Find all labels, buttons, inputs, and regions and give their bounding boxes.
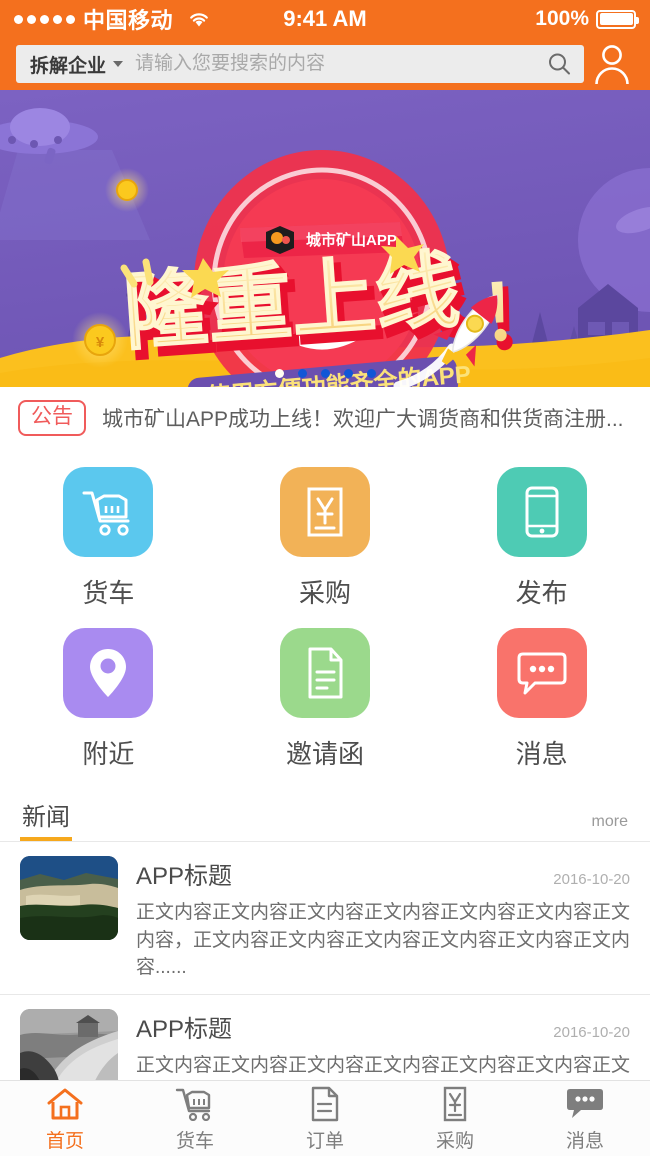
chevron-down-icon <box>113 61 124 67</box>
grid-item-label: 发布 <box>515 578 568 608</box>
user-avatar-icon[interactable] <box>584 41 640 87</box>
news-title: APP标题 <box>136 1015 233 1043</box>
chat-bubble-icon <box>496 628 587 718</box>
status-bar: 中国移动 9:41 AM 100% <box>0 0 650 38</box>
signal-strength-dots-icon <box>14 14 75 24</box>
list-item[interactable]: APP标题 2016-10-20 正文内容正文内容正文内容正文内容正文内容正文内… <box>0 842 650 995</box>
news-tab-label: 新闻 <box>22 804 70 831</box>
carrier-name: 中国移动 <box>83 8 174 33</box>
carousel-dot[interactable] <box>320 369 330 378</box>
tab-label: 消息 <box>565 1131 604 1152</box>
news-description: 正文内容正文内容正文内容正文内容正文内容正文内容正文内容，正文内容正文内容正文内… <box>136 902 631 979</box>
news-more-link[interactable]: more <box>592 813 628 841</box>
carousel-dot[interactable] <box>297 369 307 378</box>
tab-truck[interactable]: 货车 <box>130 1081 260 1156</box>
shopping-cart-icon <box>175 1084 215 1124</box>
grid-item-label: 消息 <box>515 739 568 769</box>
news-list: APP标题 2016-10-20 正文内容正文内容正文内容正文内容正文内容正文内… <box>0 841 650 1080</box>
category-dropdown-label: 拆解企业 <box>30 55 107 77</box>
tab-purchase[interactable]: 采购 <box>390 1081 520 1156</box>
news-date: 2016-10-20 <box>553 1023 630 1041</box>
carousel-dots[interactable] <box>0 369 650 378</box>
map-pin-icon <box>63 628 154 718</box>
news-thumbnail <box>20 1008 118 1080</box>
news-date: 2016-10-20 <box>553 871 630 888</box>
grid-item-label: 货车 <box>82 578 135 608</box>
search-header: 拆解企业 <box>0 38 650 90</box>
app-root: 中国移动 9:41 AM 100% 拆解企业 请输入您要搜索的内容 城市矿山AP… <box>0 0 650 1156</box>
list-item[interactable]: APP标题 2016-10-20 正文内容正文内容正文内容正文内容正文内容正文内… <box>0 995 650 1080</box>
wifi-icon <box>187 9 211 29</box>
invoice-yuan-icon <box>440 1084 470 1124</box>
news-item-top: APP标题 2016-10-20 <box>136 856 630 891</box>
news-thumbnail <box>20 856 118 940</box>
announcement-text: 城市矿山APP成功上线！欢迎广大调货商和供货商注册... <box>102 408 624 431</box>
carousel-dot[interactable] <box>366 369 376 378</box>
grid-item-xiaoxi[interactable]: 消息 <box>433 616 650 777</box>
tab-label: 货车 <box>175 1131 214 1152</box>
document-icon <box>279 628 370 718</box>
battery-area: 100% <box>535 7 639 31</box>
news-section-header: 新闻 more <box>0 785 650 841</box>
tab-news[interactable]: 新闻 <box>20 797 72 841</box>
search-input[interactable] <box>135 53 544 75</box>
bottom-tab-bar: 首页 货车 订单 采购 消息 <box>0 1080 650 1156</box>
promo-banner-carousel[interactable]: 城市矿山APP 隆重上线 隆重上线 ！ ！ 使用方便功能齐全的APP ¥ <box>0 90 650 387</box>
carousel-dot[interactable] <box>274 369 284 378</box>
category-dropdown[interactable]: 拆解企业 <box>16 51 135 78</box>
home-icon <box>46 1084 84 1124</box>
grid-item-fabu[interactable]: 发布 <box>433 455 650 616</box>
tab-orders[interactable]: 订单 <box>260 1081 390 1156</box>
tab-messages[interactable]: 消息 <box>520 1081 650 1156</box>
grid-item-label: 邀请函 <box>285 739 364 769</box>
news-title: APP标题 <box>136 863 233 890</box>
chat-bubble-icon <box>565 1084 605 1124</box>
grid-item-huoche[interactable]: 货车 <box>0 455 217 616</box>
carousel-dot[interactable] <box>343 369 353 378</box>
tab-label: 采购 <box>435 1131 474 1152</box>
shopping-cart-icon <box>63 467 154 557</box>
tab-home[interactable]: 首页 <box>0 1081 130 1156</box>
grid-item-label: 附近 <box>82 739 135 769</box>
search-field-group: 拆解企业 <box>16 45 584 83</box>
news-item-top: APP标题 2016-10-20 <box>136 1009 630 1044</box>
grid-item-fujin[interactable]: 附近 <box>0 616 217 777</box>
tab-label: 首页 <box>45 1131 84 1152</box>
announcement-badge: 公告 <box>18 400 86 436</box>
news-body: APP标题 2016-10-20 正文内容正文内容正文内容正文内容正文内容正文内… <box>136 1009 630 1080</box>
battery-full-icon <box>596 9 639 29</box>
news-description: 正文内容正文内容正文内容正文内容正文内容正文内容正文内容，正文内容正文内容正文内… <box>136 1054 631 1076</box>
battery-percent: 100% <box>535 7 589 30</box>
document-icon <box>309 1084 341 1124</box>
quick-action-grid: 货车 采购 发布 附近 邀请函 消息 <box>0 449 650 785</box>
announcement-bar[interactable]: 公告 城市矿山APP成功上线！欢迎广大调货商和供货商注册... <box>0 387 650 449</box>
banner-artwork: 城市矿山APP 隆重上线 隆重上线 ！ ！ 使用方便功能齐全的APP ¥ <box>0 90 650 387</box>
search-icon[interactable] <box>544 49 574 79</box>
grid-item-yaoqinghan[interactable]: 邀请函 <box>217 616 434 777</box>
news-body: APP标题 2016-10-20 正文内容正文内容正文内容正文内容正文内容正文内… <box>136 856 630 982</box>
grid-item-caigou[interactable]: 采购 <box>217 455 434 616</box>
tab-label: 订单 <box>305 1131 344 1152</box>
invoice-yuan-icon <box>279 467 370 557</box>
svg-text:¥: ¥ <box>96 334 105 351</box>
smartphone-icon <box>496 467 587 557</box>
grid-item-label: 采购 <box>298 578 351 608</box>
